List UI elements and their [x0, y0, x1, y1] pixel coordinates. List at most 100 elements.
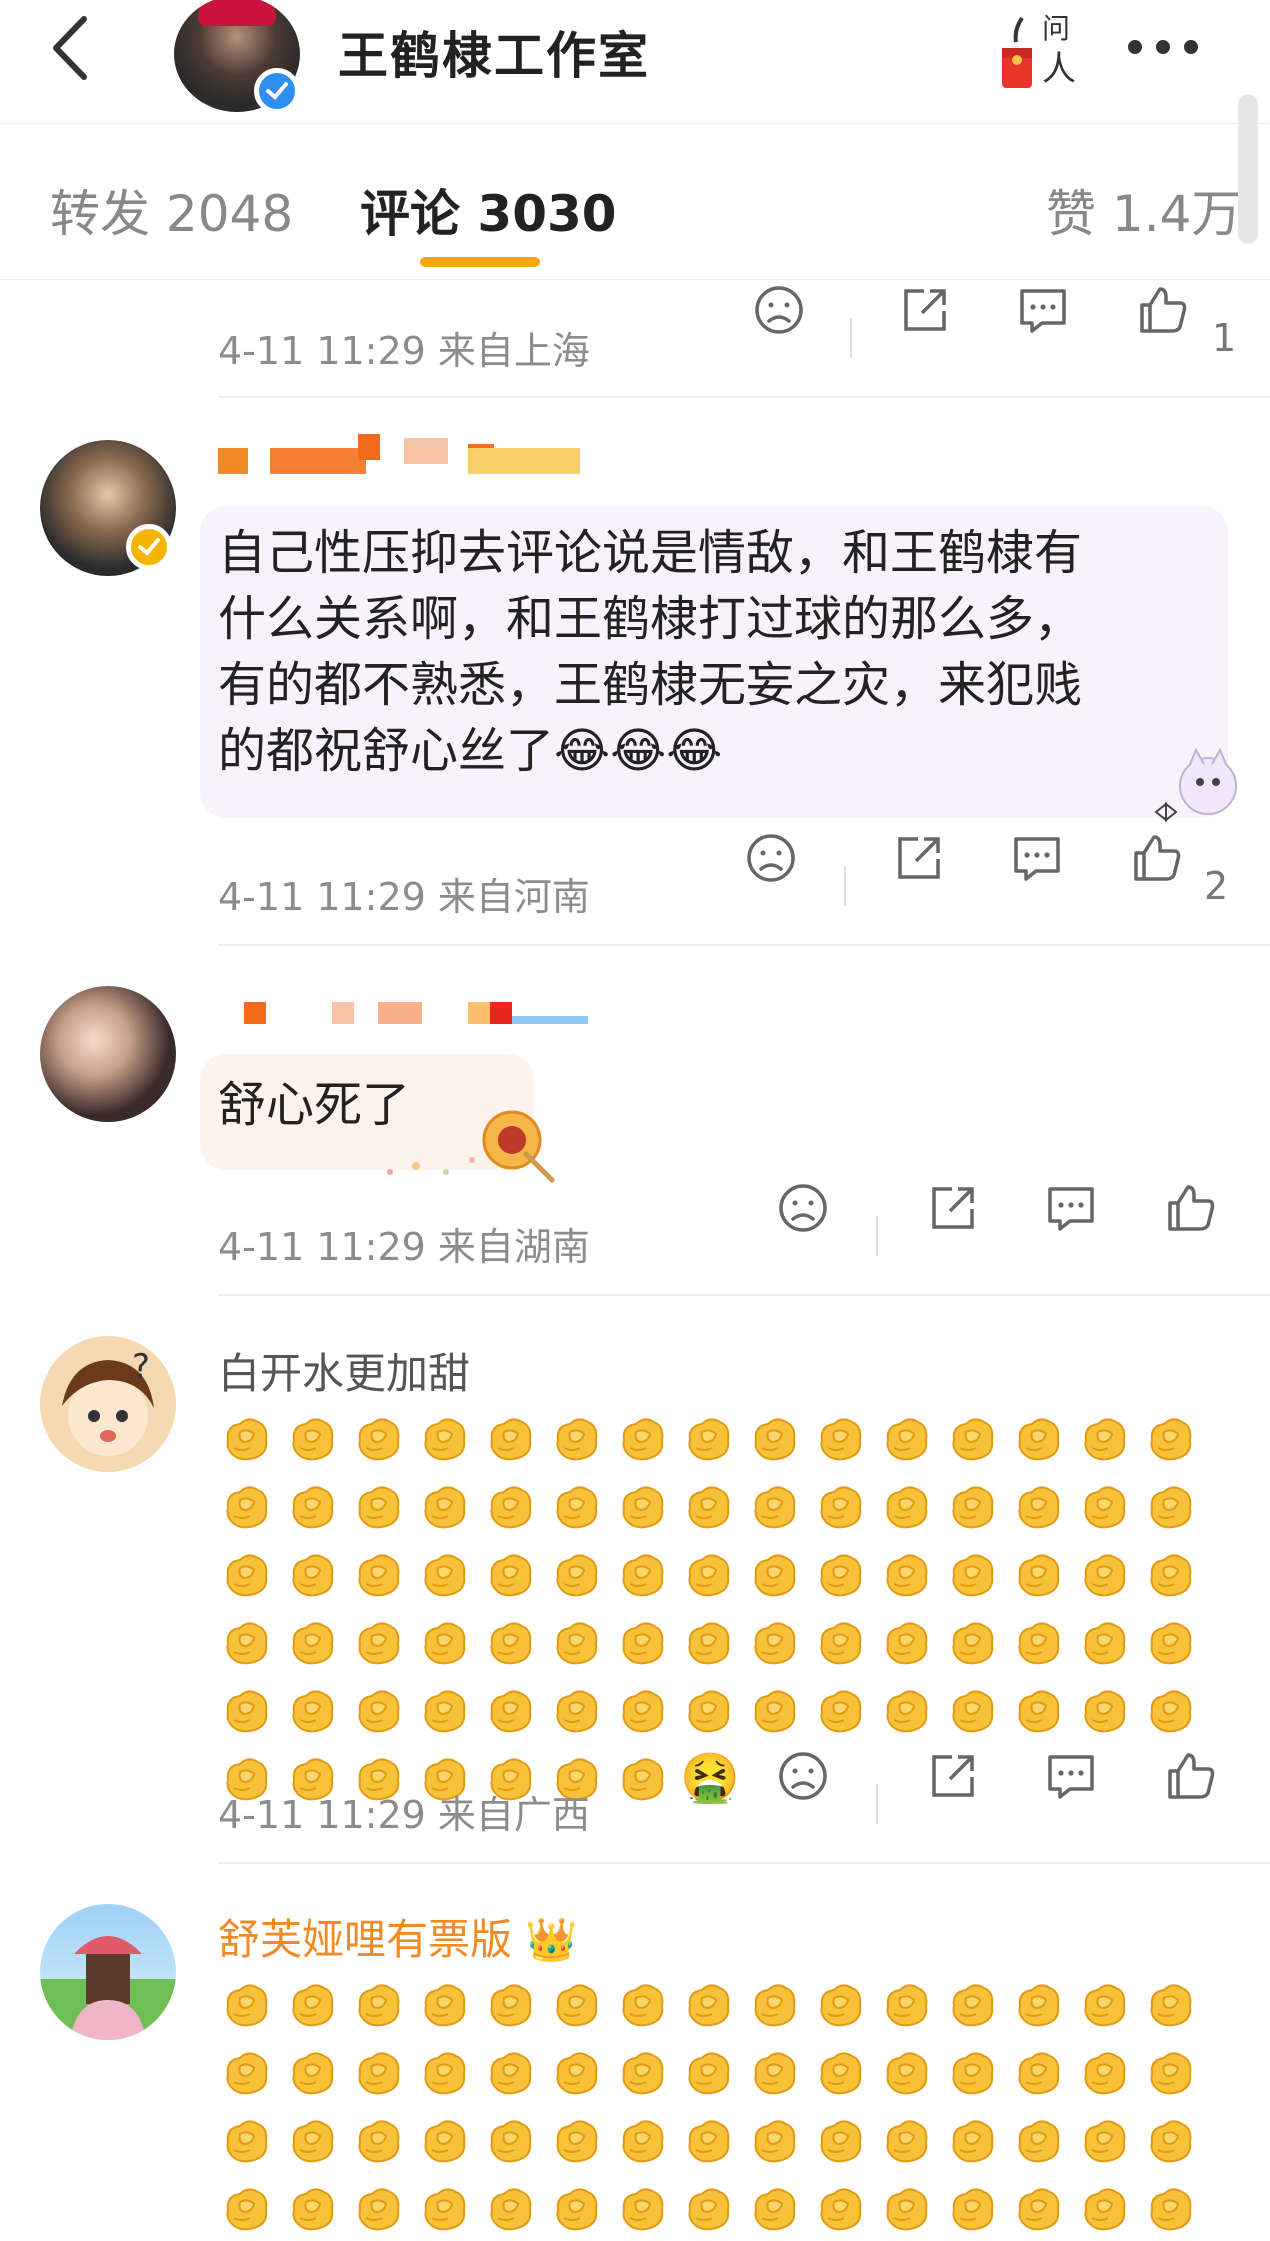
comment-nickname[interactable]: 白开水更加甜: [218, 1340, 470, 1401]
comment-icon[interactable]: [1044, 1181, 1098, 1235]
pinching-hand-emoji: [878, 1976, 934, 2032]
pinching-hand-emoji: [284, 1478, 340, 1534]
pinching-hand-emoji: [1076, 1478, 1132, 1534]
pinching-hand-emoji: [944, 1614, 1000, 1670]
ask-button[interactable]: 问 人: [998, 8, 1090, 94]
pinching-hand-emoji: [350, 1682, 406, 1738]
pinching-hand-emoji: [680, 1410, 736, 1466]
comment-icon[interactable]: [1010, 831, 1064, 885]
thumbs-up-icon[interactable]: [1136, 283, 1190, 337]
pinching-hand-emoji: [878, 2112, 934, 2168]
comment-avatar[interactable]: [40, 1904, 176, 2040]
thumbs-up-icon[interactable]: [1130, 831, 1184, 885]
svg-text:问: 问: [1042, 12, 1070, 45]
pinching-hand-emoji: [1010, 2180, 1066, 2236]
pinching-hand-emoji: [1076, 2112, 1132, 2168]
pinching-hand-emoji: [1010, 1478, 1066, 1534]
pinching-hand-emoji: [350, 2180, 406, 2236]
pinching-hand-emoji: [1142, 1546, 1198, 1602]
scrollbar[interactable]: [1238, 94, 1258, 244]
pinching-hand-emoji: [416, 1614, 472, 1670]
red-envelope-icon: 问 人: [1002, 12, 1076, 89]
pinching-hand-emoji: [548, 1546, 604, 1602]
pinching-hand-emoji: [746, 2044, 802, 2100]
comment-divider: [218, 1294, 1270, 1296]
pinching-hand-emoji: [1076, 1546, 1132, 1602]
share-icon[interactable]: [892, 831, 946, 885]
pinching-hand-emoji: [1076, 1410, 1132, 1466]
thumbs-up-icon[interactable]: [1164, 1181, 1218, 1235]
pinching-hand-emoji: [746, 1546, 802, 1602]
sticker-decoration-icon: [1154, 747, 1237, 823]
comment-meta: 4-11 11:29 来自广西: [218, 1793, 590, 1837]
sad-face-icon[interactable]: [752, 283, 806, 337]
pinching-hand-emoji: [1010, 1410, 1066, 1466]
pinching-hand-emoji: [614, 1750, 670, 1806]
pinching-hand-emoji: [1076, 1976, 1132, 2032]
page-title: 王鹤棣工作室: [338, 27, 650, 85]
tab-comments[interactable]: 评论 3030: [360, 174, 617, 246]
nauseated-face-emoji: 🤮: [680, 1750, 740, 1806]
pinching-hand-emoji: [812, 1682, 868, 1738]
tab-reposts[interactable]: 转发 2048: [50, 174, 293, 246]
comment-nickname[interactable]: 舒芙娅哩有票版 👑: [218, 1906, 578, 1967]
pinching-hand-emoji: [482, 2044, 538, 2100]
blurred-nickname[interactable]: [218, 434, 588, 484]
pinching-hand-emoji: [614, 2112, 670, 2168]
pinching-hand-emoji: [1010, 2044, 1066, 2100]
crown-badge-icon: 👑: [525, 1915, 578, 1964]
pinching-hand-emoji: [878, 1546, 934, 1602]
pinching-hand-emoji: [548, 1682, 604, 1738]
pinching-hand-emoji: [482, 1546, 538, 1602]
pinching-hand-emoji: [482, 1682, 538, 1738]
pinching-hand-emoji: [218, 1614, 274, 1670]
pinching-hand-emoji: [482, 1614, 538, 1670]
tab-likes[interactable]: 赞 1.4万: [1046, 174, 1241, 246]
active-tab-indicator: [420, 257, 540, 267]
comment-avatar[interactable]: ?: [40, 1336, 176, 1472]
comment-text: 自己性压抑去评论说是情敌，和王鹤棣有 什么关系啊，和王鹤棣打过球的那么多， 有的…: [218, 525, 1083, 779]
blurred-nickname[interactable]: [218, 994, 598, 1034]
pinching-hand-emoji: [680, 1976, 736, 2032]
pinching-hand-emoji: [416, 1976, 472, 2032]
share-icon[interactable]: [926, 1749, 980, 1803]
emoji-grid: 🤮: [218, 1410, 1238, 1806]
comment-icon[interactable]: [1044, 1749, 1098, 1803]
pinching-hand-emoji: [284, 1682, 340, 1738]
pinching-hand-emoji: [944, 2044, 1000, 2100]
pinching-hand-emoji: [548, 2180, 604, 2236]
pinching-hand-emoji: [218, 1546, 274, 1602]
pinching-hand-emoji: [614, 1976, 670, 2032]
pinching-hand-emoji: [1010, 1682, 1066, 1738]
more-icon[interactable]: [1128, 32, 1220, 62]
pinching-hand-emoji: [614, 1682, 670, 1738]
pinching-hand-emoji: [284, 1976, 340, 2032]
verified-icon: [254, 68, 300, 114]
pinching-hand-emoji: [878, 1478, 934, 1534]
comment-icon[interactable]: [1016, 283, 1070, 337]
pinching-hand-emoji: [416, 1410, 472, 1466]
pinching-hand-emoji: [1076, 2180, 1132, 2236]
pinching-hand-emoji: [878, 1682, 934, 1738]
comment-divider: [218, 944, 1270, 946]
sad-face-icon[interactable]: [776, 1749, 830, 1803]
share-icon[interactable]: [898, 283, 952, 337]
thumbs-up-icon[interactable]: [1164, 1749, 1218, 1803]
sad-face-icon[interactable]: [744, 831, 798, 885]
pinching-hand-emoji: [548, 1614, 604, 1670]
share-icon[interactable]: [926, 1181, 980, 1235]
pinching-hand-emoji: [680, 2044, 736, 2100]
pinching-hand-emoji: [416, 2112, 472, 2168]
pinching-hand-emoji: [680, 2112, 736, 2168]
pinching-hand-emoji: [878, 2180, 934, 2236]
pinching-hand-emoji: [218, 2112, 274, 2168]
action-separator: [876, 1784, 878, 1824]
pinching-hand-emoji: [812, 2112, 868, 2168]
pinching-hand-emoji: [284, 1614, 340, 1670]
comment-avatar[interactable]: [40, 986, 176, 1122]
lollipop-decoration-icon: [387, 1110, 555, 1183]
pinching-hand-emoji: [284, 2112, 340, 2168]
sad-face-icon[interactable]: [776, 1181, 830, 1235]
back-button[interactable]: [40, 12, 100, 84]
pinching-hand-emoji: [1142, 1614, 1198, 1670]
